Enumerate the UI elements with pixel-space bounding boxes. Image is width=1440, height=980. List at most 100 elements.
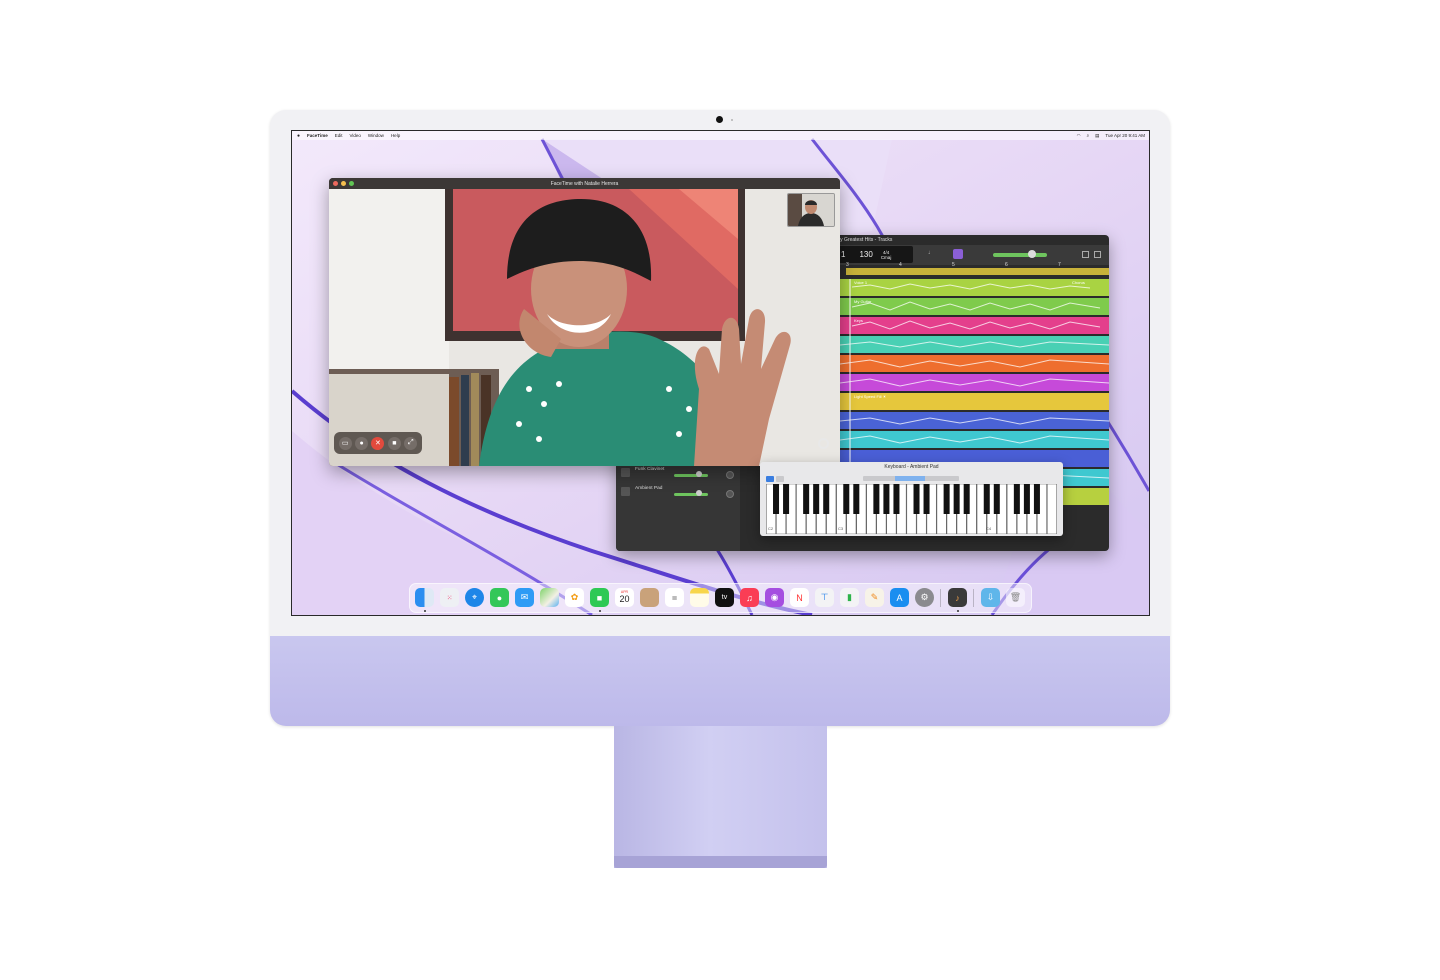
timeline-ruler[interactable]: 3 4 5 6 7 xyxy=(846,262,1109,275)
menu-clock[interactable]: Tue Apr 20 9:41 AM xyxy=(1105,133,1145,138)
keyboard-mode-button[interactable] xyxy=(766,476,774,482)
black-key[interactable] xyxy=(983,484,990,514)
camera-toggle-icon[interactable]: ■ xyxy=(387,436,401,450)
black-key[interactable] xyxy=(803,484,810,514)
loops-icon[interactable] xyxy=(1094,251,1101,258)
track-volume-slider[interactable] xyxy=(674,474,708,477)
calendar-icon[interactable]: APR 20 xyxy=(615,588,634,607)
black-key[interactable] xyxy=(813,484,820,514)
black-key[interactable] xyxy=(823,484,830,514)
track-volume-slider[interactable] xyxy=(674,493,708,496)
running-indicator xyxy=(957,610,959,612)
track-name: Ambient Pad xyxy=(635,486,663,491)
messages-icon[interactable]: ● xyxy=(490,588,509,607)
ruler-mark: 4 xyxy=(899,262,902,268)
black-key[interactable] xyxy=(943,484,950,514)
black-key[interactable] xyxy=(993,484,1000,514)
lcd-display[interactable]: 1 130 4/4 Cmaj xyxy=(837,246,913,263)
master-volume-slider[interactable] xyxy=(993,253,1047,257)
launchpad-icon[interactable]: ⁙ xyxy=(440,588,459,607)
black-key[interactable] xyxy=(953,484,960,514)
music-icon[interactable]: ♫ xyxy=(740,588,759,607)
fullscreen-icon[interactable]: ⤢ xyxy=(404,436,418,450)
smart-controls-button[interactable] xyxy=(953,249,963,259)
track-volume-knob[interactable] xyxy=(696,490,702,496)
track-volume-knob[interactable] xyxy=(696,471,702,477)
contacts-icon[interactable] xyxy=(640,588,659,607)
live-photo-button[interactable] xyxy=(818,438,829,449)
sidebar-icon[interactable]: ▭ xyxy=(338,436,352,450)
app-store-icon[interactable]: A xyxy=(890,588,909,607)
pages-icon[interactable]: ✎ xyxy=(865,588,884,607)
track-pan-knob[interactable] xyxy=(726,471,734,479)
track-header-ambient-pad[interactable]: Ambient Pad xyxy=(616,484,740,502)
menu-item-window[interactable]: Window xyxy=(368,133,384,138)
microphone-icon[interactable]: ● xyxy=(355,436,369,450)
menu-item-video[interactable]: Video xyxy=(349,133,360,138)
lcd-bar: 1 xyxy=(841,250,846,259)
downloads-folder-icon[interactable]: ⇩ xyxy=(981,588,1000,607)
black-key[interactable] xyxy=(963,484,970,514)
apple-tv-icon[interactable]: tv xyxy=(715,588,734,607)
finder-icon[interactable] xyxy=(415,588,434,607)
black-key[interactable] xyxy=(873,484,880,514)
track-header-funk-clavinet[interactable]: Funk Clavinet xyxy=(616,465,740,483)
facetime-icon[interactable]: ■ xyxy=(590,588,609,607)
black-key[interactable] xyxy=(1023,484,1030,514)
garageband-title: My Greatest Hits - Tracks xyxy=(836,237,893,243)
garageband-icon[interactable]: ♪ xyxy=(948,588,967,607)
typing-mode-button[interactable] xyxy=(776,476,784,482)
octave-label: C2 xyxy=(768,526,774,531)
ruler-mark: 3 xyxy=(846,262,849,268)
trash-icon[interactable]: 🗑 xyxy=(1006,588,1025,607)
photos-icon[interactable]: ✿ xyxy=(565,588,584,607)
piano-keys[interactable] xyxy=(766,484,1057,534)
maps-icon[interactable] xyxy=(540,588,559,607)
control-center-icon[interactable]: ▤ xyxy=(1095,133,1099,139)
black-key[interactable] xyxy=(923,484,930,514)
mail-icon[interactable]: ✉ xyxy=(515,588,534,607)
black-key[interactable] xyxy=(1013,484,1020,514)
keyboard-range-window[interactable] xyxy=(895,476,925,481)
lcd-signature: 4/4 Cmaj xyxy=(880,249,892,260)
track-headers: Funk Clavinet Ambient Pad xyxy=(616,460,740,551)
black-key[interactable] xyxy=(883,484,890,514)
wifi-icon[interactable]: ◠ xyxy=(1077,133,1081,139)
end-call-button[interactable]: ✕ xyxy=(371,436,385,450)
black-key[interactable] xyxy=(913,484,920,514)
zoom-window-button[interactable] xyxy=(349,181,354,186)
black-key[interactable] xyxy=(843,484,850,514)
self-view-thumbnail[interactable] xyxy=(787,193,835,227)
menu-item-help[interactable]: Help xyxy=(391,133,400,138)
facetime-window[interactable]: FaceTime with Natalie Herrera ▭ ● ✕ ■ ⤢ xyxy=(329,178,840,466)
track-pan-knob[interactable] xyxy=(726,490,734,498)
tuner-icon[interactable]: ♩ xyxy=(928,250,934,256)
menu-item-edit[interactable]: Edit xyxy=(335,133,343,138)
news-icon[interactable]: N xyxy=(790,588,809,607)
minimize-window-button[interactable] xyxy=(341,181,346,186)
podcasts-icon[interactable]: ◉ xyxy=(765,588,784,607)
notes-icon[interactable] xyxy=(690,588,709,607)
safari-icon[interactable]: ⌖ xyxy=(465,588,484,607)
menu-item-facetime[interactable]: FaceTime xyxy=(307,133,328,138)
white-key[interactable] xyxy=(1046,484,1057,534)
numbers-icon[interactable]: ▮ xyxy=(840,588,859,607)
spotlight-icon[interactable]: ⌕ xyxy=(1087,133,1090,138)
reminders-icon[interactable]: ≣ xyxy=(665,588,684,607)
black-key[interactable] xyxy=(853,484,860,514)
system-preferences-icon[interactable]: ⚙ xyxy=(915,588,934,607)
black-key[interactable] xyxy=(893,484,900,514)
notepad-icon[interactable] xyxy=(1082,251,1089,258)
black-key[interactable] xyxy=(773,484,780,514)
apple-tv-label: tv xyxy=(721,594,728,601)
calendar-day: 20 xyxy=(619,594,630,604)
keynote-icon[interactable]: ⊤ xyxy=(815,588,834,607)
black-key[interactable] xyxy=(783,484,790,514)
apple-menu-icon[interactable]: ● xyxy=(297,133,300,139)
close-window-button[interactable] xyxy=(333,181,338,186)
keyboard-range-strip[interactable] xyxy=(863,476,959,481)
black-key[interactable] xyxy=(1033,484,1040,514)
lcd-tempo: 130 xyxy=(859,250,873,259)
musical-typing-keyboard-window[interactable]: Keyboard - Ambient Pad C2 C3 C4 xyxy=(760,462,1063,536)
master-volume-knob[interactable] xyxy=(1028,250,1036,258)
